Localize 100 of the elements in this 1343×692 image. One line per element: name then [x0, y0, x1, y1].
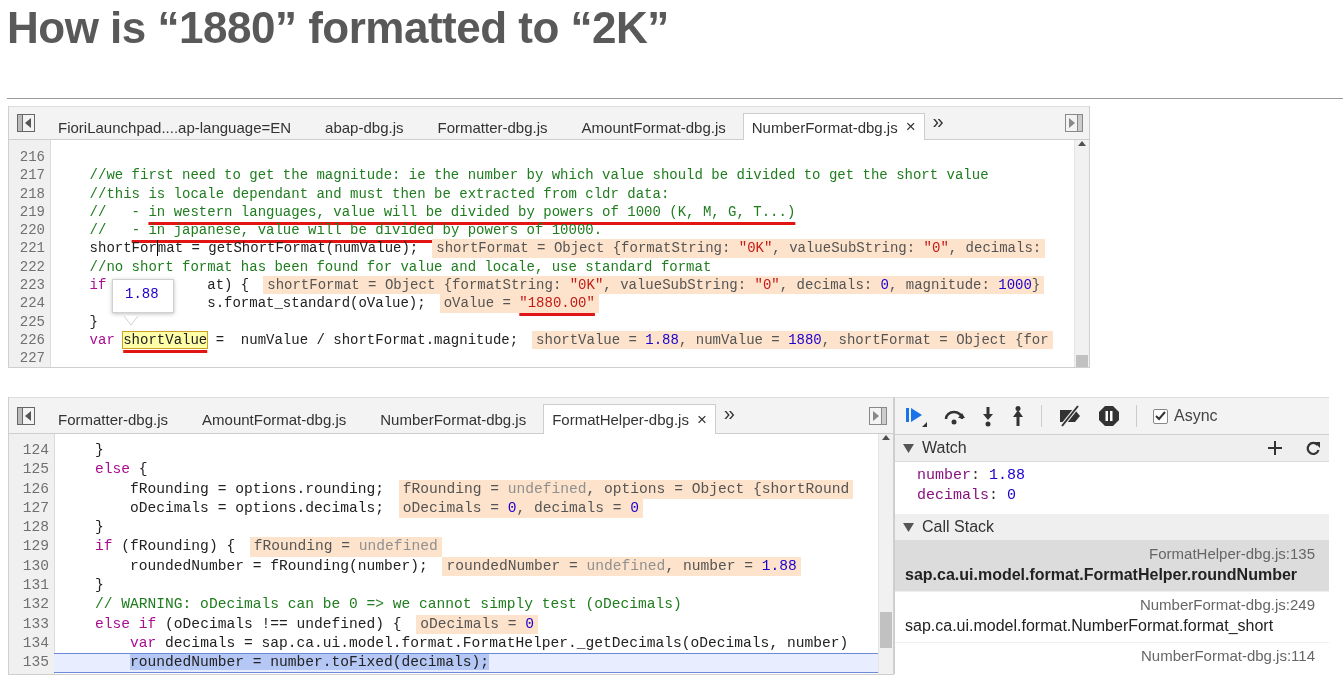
file-tab[interactable]: NumberFormat-dbg.js × [742, 113, 925, 140]
sidebar-toggle-icon[interactable] [869, 406, 887, 425]
inline-value: shortValue = 1.88, numValue = 1880, shortFormat = Object {for [532, 330, 1053, 350]
scrollbar-thumb[interactable] [1076, 355, 1088, 367]
line-number: 220 [18, 221, 46, 240]
more-tabs-button[interactable]: » [924, 109, 952, 133]
slide-title: How is “1880” formatted to “2K” [7, 3, 669, 53]
inline-value: oValue = "1880.00" [439, 294, 599, 313]
line-number: 127 [21, 498, 50, 518]
frame-location: NumberFormat-dbg.js:114 [1140, 646, 1315, 666]
line-number: 132 [21, 595, 50, 615]
code-text: oDecimals = options.decimals; [129, 498, 385, 518]
line-number: 126 [21, 479, 50, 499]
frame-location: NumberFormat-dbg.js:249 [1138, 595, 1315, 615]
file-tab[interactable]: FioriLaunchpad....ap-language=EN [41, 113, 309, 140]
pause-icon[interactable] [1098, 405, 1120, 427]
inline-value: fRounding = undefined, options = Object {shortRound [398, 479, 854, 499]
line-number: 219 [18, 202, 46, 222]
code-text: at) { [207, 276, 250, 295]
step-into-icon[interactable] [981, 405, 995, 427]
file-tab[interactable]: abap-dbg.js [308, 113, 421, 140]
file-tab[interactable]: Formatter-dbg.js [420, 113, 565, 140]
value-tooltip: 1.88 [112, 279, 174, 313]
code-text: } [94, 441, 104, 460]
line-number: 216 [18, 148, 46, 167]
inline-value: shortFormat = Object {formatString: "0K", valueSubString: "0", decimals: 0, magnitude: 1000} [263, 276, 1045, 295]
line-number: 224 [18, 294, 46, 313]
line-number: 128 [21, 518, 50, 538]
line-number: 129 [21, 537, 50, 557]
line-number: 130 [21, 556, 50, 576]
inline-value: shortFormat = Object {formatString: "0K", valueSubString: "0", decimals: [432, 239, 1046, 258]
inline-value: roundedNumber = undefined, number = 1.88 [442, 556, 801, 577]
code-text: //we first need to get the magnitude: ie the number by which value should be divided to get the short value [88, 166, 989, 185]
file-tab[interactable]: AmountFormat-dbg.js [564, 113, 743, 140]
line-number: 131 [21, 576, 50, 596]
code-text: else if (oDecimals !== undefined) { [94, 614, 402, 634]
frame-function: sap.ca.ui.model.format.FormatHelper.roundNumber [905, 565, 1299, 585]
file-tab[interactable]: NumberFormat-dbg.js [363, 404, 544, 434]
watch-expression: decimals: 0 [917, 486, 1018, 506]
line-number: 218 [18, 184, 46, 203]
watch-expression: number: 1.88 [917, 466, 1027, 486]
breakpoints-off-icon[interactable] [1058, 405, 1082, 427]
line-number: 134 [21, 633, 50, 653]
disclosure-triangle-icon[interactable] [903, 442, 914, 454]
inline-value: fRounding = undefined [249, 537, 442, 557]
async-checkbox[interactable]: Async [1153, 407, 1218, 425]
line-number: 124 [21, 441, 50, 460]
code-text: // WARNING: oDecimals can be 0 => we cannot simply test (oDecimals) [94, 595, 682, 615]
code-text: roundedNumber = fRounding(number); [129, 556, 428, 576]
code-text: var decimals = sap.ca.ui.model.format.FormatHelper._getDecimals(oDecimals, number) [129, 633, 849, 653]
line-number: 226 [18, 330, 46, 350]
code-text: } [94, 518, 104, 538]
code-text: else { [94, 460, 148, 480]
code-text: shortFormat = getShortFormat(numValue); [50, 239, 419, 258]
frame-function: sap.ca.ui.model.format.NumberFormat.format_short [905, 616, 1275, 636]
resume-icon[interactable] [905, 405, 927, 427]
line-number: 125 [21, 460, 50, 480]
code-text: } [88, 312, 98, 331]
call-frame[interactable]: NumberFormat-dbg.js:114 [895, 643, 1329, 674]
sidebar-toggle-icon[interactable] [1065, 114, 1083, 132]
sidebar-toggle-icon[interactable] [17, 406, 35, 425]
line-number: 222 [18, 257, 46, 277]
scrollbar[interactable] [1074, 140, 1089, 367]
step-out-icon[interactable] [1011, 405, 1025, 427]
file-tab[interactable]: Formatter-dbg.js [41, 404, 186, 434]
sidebar-toggle-icon[interactable] [17, 114, 35, 132]
code-text: //this is locale dependant and must then be extracted from cldr data: [88, 184, 670, 203]
scrollbar[interactable] [878, 434, 893, 674]
code-text: var shortValue = numValue / shortFormat.magnitude; [88, 330, 519, 350]
frame-location: FormatHelper-dbg.js:135 [1148, 544, 1315, 564]
file-tab[interactable]: FormatHelper-dbg.js × [543, 404, 716, 434]
line-number: 221 [18, 239, 46, 258]
code-text: s.format_standard(oValue); [206, 294, 426, 313]
inline-value: oDecimals = 0 [416, 614, 538, 634]
more-tabs-button[interactable]: » [715, 402, 743, 425]
code-text: if [88, 276, 107, 295]
call-frame[interactable]: FormatHelper-dbg.js:135 sap.ca.ui.model.format.FormatHelper.roundNumber [895, 541, 1329, 592]
call-frame[interactable]: NumberFormat-dbg.js:249 sap.ca.ui.model.format.NumberFormat.format_short [895, 592, 1329, 643]
line-number: 223 [18, 276, 46, 295]
disclosure-triangle-icon[interactable] [903, 521, 914, 533]
code-text: roundedNumber = number.toFixed(decimals); [129, 653, 490, 673]
line-number: 227 [18, 349, 46, 367]
inline-value: oDecimals = 0, decimals = 0 [398, 498, 644, 519]
refresh-icon[interactable] [1306, 440, 1321, 456]
close-icon[interactable]: × [905, 117, 916, 137]
tooltip-pointer-icon [124, 316, 138, 326]
scrollbar-thumb[interactable] [880, 612, 892, 648]
code-text: //no short format has been found for value and locale, use standard format [88, 257, 712, 277]
code-text: // - in japanese, value will be divided by powers of 10000. [88, 221, 603, 240]
file-tab[interactable]: AmountFormat-dbg.js [185, 404, 364, 434]
add-icon[interactable] [1268, 441, 1282, 455]
line-number: 217 [18, 166, 46, 185]
close-icon[interactable]: × [696, 409, 707, 430]
code-text: fRounding = options.rounding; [129, 479, 385, 499]
code-text: if (fRounding) { [94, 537, 236, 557]
line-number: 133 [21, 614, 50, 634]
code-text: } [94, 576, 104, 596]
check-icon [1155, 411, 1166, 421]
line-number: 135 [9, 653, 54, 673]
code-text: // - in western languages, value will be divided by powers of 1000 (K, M, G, T...) [88, 202, 796, 222]
